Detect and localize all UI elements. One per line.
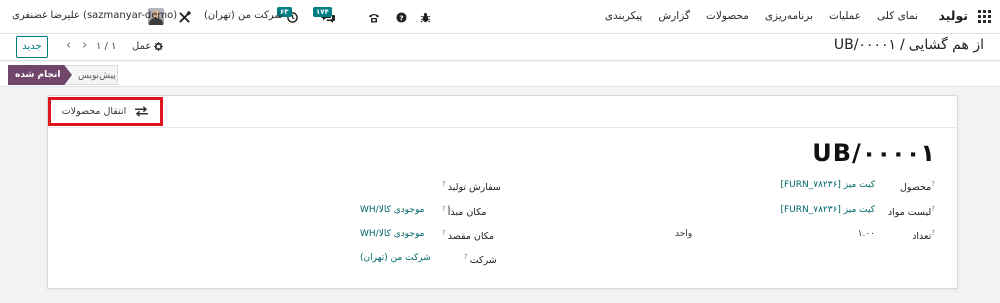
record-title: UB/۰۰۰۰۱ (833, 37, 897, 53)
quantity-field[interactable]: ۱.۰۰ (858, 229, 875, 239)
destination-location-label: ? مکان مقصد (442, 229, 495, 243)
menu-item-products[interactable]: محصولات (706, 10, 749, 22)
main-menu: نمای کلی عملیات برنامه‌ریزی محصولات گزار… (605, 10, 918, 22)
exchange-icon (135, 106, 149, 117)
menu-item-reporting[interactable]: گزارش (658, 10, 690, 22)
gear-icon (154, 42, 164, 51)
phone-icon[interactable] (366, 0, 382, 34)
tools-icon[interactable] (176, 0, 192, 34)
menu-item-operations[interactable]: عملیات (829, 10, 861, 22)
mo-label: ? سفارش تولید (442, 180, 501, 194)
new-button[interactable]: جدید (16, 36, 48, 58)
breadcrumb-parent[interactable]: از هم گشایی (909, 37, 984, 53)
menu-item-planning[interactable]: برنامه‌ریزی (765, 10, 813, 22)
help-tooltip-icon[interactable]: ? (442, 229, 446, 237)
statusbar: پیش‌نویس انجام شده (0, 62, 1000, 87)
help-tooltip-icon[interactable]: ? (931, 229, 935, 237)
menu-item-overview[interactable]: نمای کلی (877, 10, 918, 22)
quantity-unit: واحد (675, 229, 693, 239)
action-label: عمل (132, 41, 152, 52)
company-label: ? شرکت (464, 253, 497, 267)
quantity-label: تعداد? (912, 229, 935, 243)
breadcrumb-separator: / (900, 37, 905, 53)
stage-done[interactable]: انجام شده (8, 65, 72, 85)
destination-location-field[interactable]: WH/موجودی کالا (360, 229, 424, 239)
app-brand[interactable]: تولید (938, 8, 968, 23)
source-location-label: ? مکان مبدأ (442, 205, 487, 219)
messages-icon[interactable] (314, 0, 342, 34)
question-circle-icon[interactable]: ? (394, 0, 408, 34)
clock-icon[interactable] (281, 0, 303, 34)
button-box: انتقال محصولات (48, 96, 957, 128)
transfer-products-label: انتقال محصولات (61, 106, 127, 117)
transfer-products-button[interactable]: انتقال محصولات (48, 97, 163, 126)
form-sheet: انتقال محصولات UB/۰۰۰۰۱ محصول? [FURN_۷۸۲… (47, 95, 958, 289)
pager-value[interactable]: ۱ / ۱ (96, 41, 116, 52)
product-field[interactable]: [FURN_۷۸۲۳۶] کیت میز (780, 180, 875, 190)
grid-icon[interactable] (978, 10, 992, 24)
source-location-field[interactable]: WH/موجودی کالا (360, 205, 424, 215)
bom-label: لیست مواد? (887, 205, 935, 219)
pager-next-icon[interactable]: › (82, 39, 87, 52)
product-label: محصول? (900, 180, 935, 194)
stage-draft[interactable]: پیش‌نویس (64, 65, 118, 85)
action-menu[interactable]: عمل (132, 41, 164, 52)
company-field[interactable]: شرکت من (تهران) (360, 253, 431, 263)
company-switcher[interactable]: شرکت من (تهران) (204, 10, 283, 21)
top-navbar: تولید نمای کلی عملیات برنامه‌ریزی محصولا… (0, 0, 1000, 34)
bom-field[interactable]: [FURN_۷۸۲۳۶] کیت میز (780, 205, 875, 215)
help-tooltip-icon[interactable]: ? (442, 180, 446, 188)
breadcrumb: از هم گشایی / UB/۰۰۰۰۱ (834, 37, 984, 53)
user-menu[interactable]: علیرضا غضنفری (sazmanyar-demo) (12, 10, 177, 21)
help-tooltip-icon[interactable]: ? (464, 253, 468, 261)
bug-icon[interactable] (418, 0, 432, 34)
menu-item-configuration[interactable]: پیکربندی (605, 10, 643, 22)
help-tooltip-icon[interactable]: ? (442, 205, 446, 213)
messages-badge: ۱۷۴ (313, 7, 332, 17)
help-tooltip-icon[interactable]: ? (931, 180, 935, 188)
control-panel: از هم گشایی / UB/۰۰۰۰۱ جدید ‹ › ۱ / ۱ عم… (0, 34, 1000, 61)
svg-text:?: ? (399, 13, 403, 22)
record-reference: UB/۰۰۰۰۱ (812, 139, 935, 167)
help-tooltip-icon[interactable]: ? (931, 205, 935, 213)
pager-previous-icon[interactable]: ‹ (66, 39, 71, 52)
